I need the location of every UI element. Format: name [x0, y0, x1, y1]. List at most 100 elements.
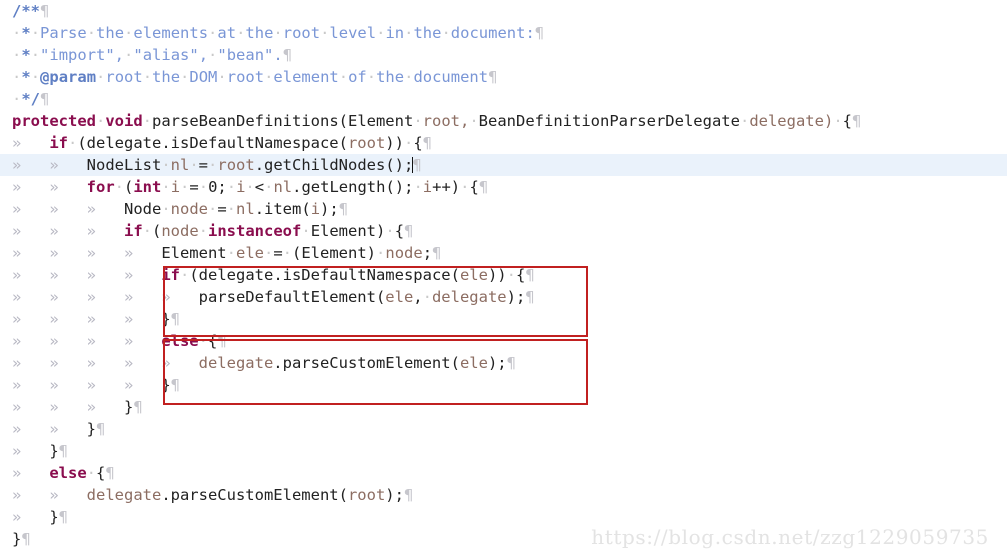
tab-marker: »: [86, 288, 124, 306]
code-line[interactable]: » }¶: [0, 440, 1007, 462]
tab-marker: »: [49, 156, 87, 174]
code-line[interactable]: » else·{¶: [0, 462, 1007, 484]
code-token: ·: [86, 464, 96, 482]
code-token: "import",: [40, 46, 125, 64]
code-token: ¶: [40, 90, 50, 108]
code-token: ¶: [21, 530, 31, 548]
code-line[interactable]: /**¶: [0, 0, 1007, 22]
code-line[interactable]: ·*·Parse·the·elements·at·the·root·level·…: [0, 22, 1007, 44]
code-token: at: [217, 24, 237, 42]
code-token: node: [161, 222, 199, 240]
code-token: ¶: [404, 222, 414, 240]
code-token: ·: [506, 266, 516, 284]
code-token: ·: [189, 156, 199, 174]
code-token: ·: [179, 266, 190, 284]
tab-marker: »: [123, 288, 162, 306]
code-token: ·: [441, 24, 451, 42]
code-token: ·: [208, 46, 218, 64]
code-line[interactable]: » » » » Element·ele·=·(Element)·node;¶: [0, 242, 1007, 264]
code-token: ·: [226, 200, 237, 218]
code-token: ¶: [478, 178, 489, 196]
code-token: {: [207, 332, 218, 350]
code-token: (Element): [292, 244, 377, 262]
code-token: ·: [30, 46, 41, 64]
code-token: ·: [12, 46, 22, 64]
code-text-area[interactable]: /**¶ ·*·Parse·the·elements·at·the·root·le…: [0, 0, 1007, 559]
code-line[interactable]: » » » » » parseDefaultElement(ele,·deleg…: [0, 286, 1007, 308]
tab-marker: »: [12, 200, 50, 218]
code-token: ¶: [422, 134, 432, 152]
code-line[interactable]: » » delegate.parseCustomElement(root);¶: [0, 484, 1007, 506]
code-line[interactable]: » » » » if·(delegate.isDefaultNamespace(…: [0, 264, 1007, 286]
tab-marker: »: [123, 332, 162, 350]
code-token: root,: [422, 112, 470, 130]
code-token: ·: [422, 288, 432, 306]
code-line[interactable]: protected·void·parseBeanDefinitions(Elem…: [0, 110, 1007, 132]
code-token: ·: [376, 244, 386, 262]
code-token: else: [49, 464, 87, 482]
code-line[interactable]: ·*·"import",·"alias",·"bean".¶: [0, 44, 1007, 66]
code-token: ·: [413, 112, 423, 130]
code-token: ¶: [506, 354, 516, 372]
code-token: ·: [301, 222, 311, 240]
code-token: Element: [161, 244, 227, 262]
tab-marker: »: [123, 244, 162, 262]
code-line[interactable]: » » » » }¶: [0, 374, 1007, 396]
code-token: ·: [180, 178, 190, 196]
code-token: ·: [142, 112, 153, 130]
code-line[interactable]: » » » » else·{¶: [0, 330, 1007, 352]
code-token: document: [413, 68, 489, 86]
code-token: else: [161, 332, 199, 350]
code-token: ,: [413, 288, 423, 306]
code-line[interactable]: » » » » » delegate.parseCustomElement(el…: [0, 352, 1007, 374]
code-token: ·: [161, 178, 171, 196]
code-token: ¶: [58, 442, 69, 460]
code-token: ·: [142, 222, 152, 240]
tab-marker: »: [86, 244, 124, 262]
code-token: ·: [403, 134, 414, 152]
tab-marker: »: [12, 332, 50, 350]
code-token: ·: [124, 24, 134, 42]
code-token: the: [96, 24, 125, 42]
code-line[interactable]: » » » if·(node·instanceof·Element)·{¶: [0, 220, 1007, 242]
code-token: ¶: [852, 112, 862, 130]
code-token: ·: [385, 222, 395, 240]
tab-marker: »: [161, 288, 199, 306]
code-token: ·: [207, 200, 218, 218]
code-token: node: [170, 200, 208, 218]
code-token: nl: [170, 156, 190, 174]
code-token: ·: [12, 90, 22, 108]
code-token: =: [189, 178, 199, 196]
code-token: instanceof: [208, 222, 302, 240]
tab-marker: »: [49, 244, 87, 262]
code-line[interactable]: ·*·@param·root·the·DOM·root·element·of·t…: [0, 66, 1007, 88]
tab-marker: »: [123, 354, 162, 372]
code-token: ¶: [403, 486, 414, 504]
code-line[interactable]: » » for·(int·i·=·0;·i·<·nl.getLength();·…: [0, 176, 1007, 198]
code-token: {: [96, 464, 106, 482]
code-token: the: [152, 68, 181, 86]
code-token: ·: [96, 112, 106, 130]
code-line[interactable]: » » » }¶: [0, 396, 1007, 418]
code-line[interactable]: » » » Node·node·=·nl.item(i);¶: [0, 198, 1007, 220]
code-token: "bean".: [217, 46, 283, 64]
code-token: ·: [180, 68, 190, 86]
code-line[interactable]: » if·(delegate.isDefaultNamespace(root))…: [0, 132, 1007, 154]
tab-marker: »: [49, 288, 87, 306]
code-token: =: [198, 156, 209, 174]
code-token: ¶: [133, 398, 143, 416]
code-editor[interactable]: /**¶ ·*·Parse·the·elements·at·the·root·le…: [0, 0, 1007, 559]
code-token: the: [413, 24, 442, 42]
code-token: protected: [12, 112, 96, 130]
code-token: }: [86, 420, 96, 438]
code-token: ·: [198, 332, 208, 350]
code-line[interactable]: » » }¶: [0, 418, 1007, 440]
code-token: ·: [12, 68, 22, 86]
code-token: ¶: [170, 310, 180, 328]
code-token: root: [105, 68, 143, 86]
code-token: ++): [432, 178, 461, 196]
code-token: BeanDefinitionParserDelegate: [478, 112, 740, 130]
code-line[interactable]: » » NodeList·nl·=·root.getChildNodes();¶: [0, 154, 1007, 176]
code-line[interactable]: » » » » }¶: [0, 308, 1007, 330]
code-line[interactable]: ·*/¶: [0, 88, 1007, 110]
